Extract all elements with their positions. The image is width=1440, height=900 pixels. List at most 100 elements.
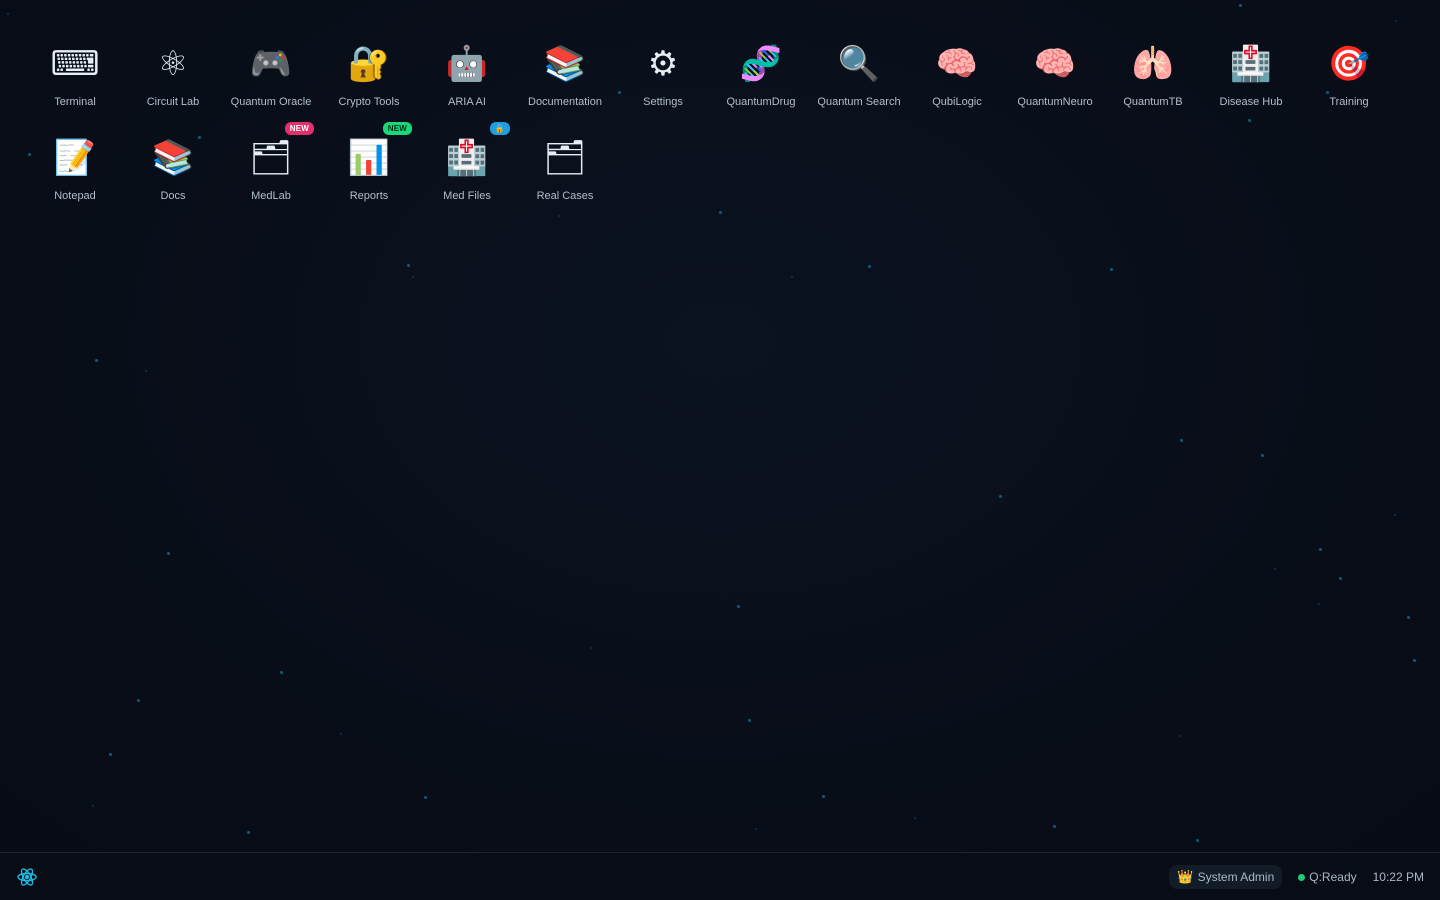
memo-icon: 📝 [53,138,97,178]
app-badge: NEW [284,122,314,135]
star-decoration [1395,20,1397,22]
bar-chart-icon: 📊 [347,138,391,178]
brain-icon: 🧠 [935,44,979,84]
star-decoration [412,276,414,278]
app-label: Notepad [54,190,96,202]
desktop-app-disease-hub[interactable]: 🏥 Disease Hub [1202,40,1300,134]
desktop-app-settings[interactable]: ⚙ Settings [614,40,712,134]
app-label: Circuit Lab [146,96,200,108]
desktop-app-quantum-search[interactable]: 🔍 Quantum Search [810,40,908,134]
app-label: ARIA AI [448,96,486,108]
app-label: MedLab [251,190,291,202]
star-decoration [137,699,140,702]
crown-icon: 👑 [1177,869,1194,884]
desktop-app-circuit-lab[interactable]: ⚛ Circuit Lab [124,40,222,134]
app-label: Documentation [528,96,602,108]
app-label: Crypto Tools [338,96,400,108]
desktop-app-docs[interactable]: 📚 Docs [124,134,222,228]
atom-icon: ⚛ [157,44,189,84]
star-decoration [7,13,9,15]
status-label: Q:Ready [1309,870,1357,884]
user-label: System Admin [1197,870,1275,884]
star-decoration [1413,659,1416,662]
desktop-app-qubilogic[interactable]: 🧠 QubiLogic [908,40,1006,134]
user-chip[interactable]: 👑 System Admin [1169,865,1283,889]
star-decoration [999,495,1002,498]
hospital-icon: 🏥 [1229,44,1273,84]
gear-icon: ⚙ [647,44,679,84]
star-decoration [791,276,793,278]
star-decoration [1196,839,1199,842]
star-decoration [914,817,916,819]
star-decoration [1053,825,1056,828]
star-decoration [167,552,170,555]
app-label: QuantumTB [1123,96,1183,108]
star-decoration [1179,735,1181,737]
clock[interactable]: 10:22 PM [1373,870,1424,884]
dna-icon: 🧬 [739,44,783,84]
quantum-status[interactable]: Q:Ready [1298,870,1357,884]
star-decoration [407,264,410,267]
desktop-app-terminal[interactable]: ⌨ Terminal [26,40,124,134]
magnifier-icon: 🔍 [837,44,881,84]
desktop-app-quantumdrug[interactable]: 🧬 QuantumDrug [712,40,810,134]
app-label: Terminal [54,96,96,108]
brain-icon: 🧠 [1033,44,1077,84]
desktop-app-crypto-tools[interactable]: 🔐 Crypto Tools [320,40,418,134]
star-decoration [109,753,112,756]
app-label: Med Files [443,190,491,202]
desktop-app-quantumneuro[interactable]: 🧠 QuantumNeuro [1006,40,1104,134]
star-decoration [1319,548,1322,551]
gamepad-icon: 🎮 [249,44,293,84]
system-tray: 👑 System Admin Q:Ready 10:22 PM [1169,864,1424,890]
app-label: Real Cases [536,190,594,202]
app-label: Settings [643,96,683,108]
app-label: Training [1329,96,1369,108]
star-decoration [822,795,825,798]
desktop-app-quantumtb[interactable]: 🫁 QuantumTB [1104,40,1202,134]
desktop-app-reports[interactable]: 📊 Reports NEW [320,122,418,228]
lock-key-icon: 🔐 [347,44,391,84]
app-label: Reports [349,190,389,202]
desktop-app-medlab[interactable]: 🗂 MedLab NEW [222,122,320,228]
app-label: Docs [160,190,186,202]
star-decoration [590,647,592,649]
desktop-app-quantum-oracle[interactable]: 🎮 Quantum Oracle [222,40,320,134]
star-decoration [1239,4,1242,7]
desktop-app-training[interactable]: 🎯 Training [1300,40,1398,134]
folder-icon: 🗂 [249,138,293,178]
star-decoration [1110,268,1113,271]
star-decoration [1180,439,1183,442]
desktop-app-med-files[interactable]: 🏥 Med Files 🔒 [418,122,516,228]
keyboard-icon: ⌨ [50,44,100,84]
star-decoration [92,805,94,807]
books-icon: 📚 [543,44,587,84]
star-decoration [1339,577,1342,580]
star-decoration [424,796,427,799]
robot-icon: 🤖 [445,44,489,84]
taskbar: 👑 System Admin Q:Ready 10:22 PM [0,852,1440,900]
star-decoration [1274,568,1276,570]
app-label: Quantum Search [817,96,901,108]
desktop-app-real-cases[interactable]: 🗂 Real Cases [516,134,614,228]
folder-icon: 🗂 [543,138,587,178]
desktop: ⌨ Terminal ⚛ Circuit Lab 🎮 Quantum Oracle 🔐 Cry… [0,0,1440,852]
star-decoration [340,733,342,735]
app-label: QuantumDrug [726,96,796,108]
app-label: QubiLogic [932,96,982,108]
desktop-app-documentation[interactable]: 📚 Documentation [516,40,614,134]
star-decoration [748,719,751,722]
app-badge: 🔒 [489,122,510,135]
app-label: Quantum Oracle [230,96,312,108]
star-decoration [1394,514,1396,516]
star-decoration [868,265,871,268]
start-button[interactable] [14,864,40,890]
lungs-icon: 🫁 [1131,44,1175,84]
desktop-app-aria-ai[interactable]: 🤖 ARIA AI [418,40,516,134]
star-decoration [280,671,283,674]
atom-logo-icon [17,868,37,886]
target-icon: 🎯 [1327,44,1371,84]
hospital-icon: 🏥 [445,138,489,178]
star-decoration [1318,603,1320,605]
desktop-app-notepad[interactable]: 📝 Notepad [26,134,124,228]
